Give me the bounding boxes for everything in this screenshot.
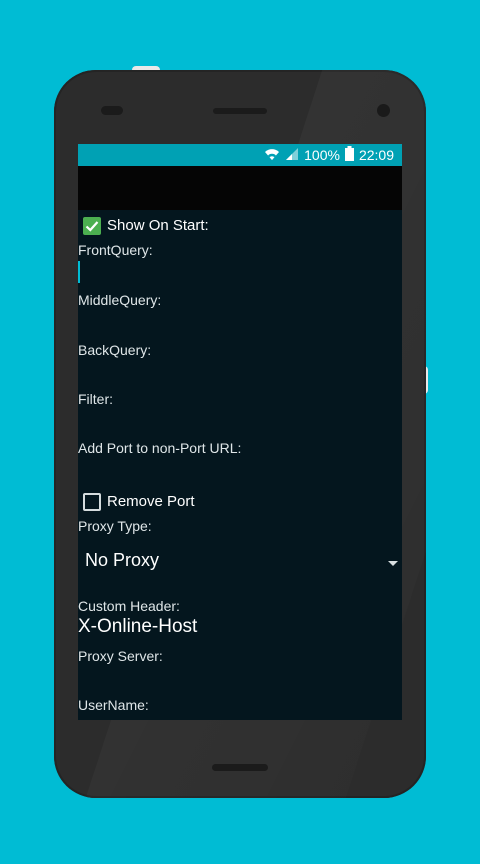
app-bar <box>78 166 402 210</box>
custom-header-input[interactable]: X-Online-Host <box>78 616 402 642</box>
bottom-speaker <box>212 764 268 771</box>
proxy-type-selected: No Proxy <box>85 550 160 570</box>
username-label: UserName: <box>78 697 149 713</box>
screen: 100% 22:09 Show On Start: FrontQuery: Mi… <box>78 144 402 720</box>
text-cursor <box>78 261 80 283</box>
add-port-label: Add Port to non-Port URL: <box>78 440 242 456</box>
proxy-type-label: Proxy Type: <box>78 518 152 534</box>
add-port-input[interactable] <box>78 458 402 482</box>
wifi-icon <box>264 147 280 164</box>
filter-label: Filter: <box>78 391 113 407</box>
proxy-server-input[interactable] <box>78 666 402 690</box>
signal-icon <box>285 147 299 164</box>
proxy-settings-form: Show On Start: FrontQuery: MiddleQuery: … <box>78 210 402 720</box>
front-camera <box>377 104 390 117</box>
show-on-start-row[interactable]: Show On Start: <box>78 216 402 236</box>
status-bar: 100% 22:09 <box>78 144 402 166</box>
show-on-start-checkbox[interactable] <box>83 217 101 235</box>
remove-port-row[interactable]: Remove Port <box>78 492 402 512</box>
middle-query-input[interactable] <box>78 310 402 334</box>
proxy-server-label: Proxy Server: <box>78 648 163 664</box>
clock: 22:09 <box>358 147 394 163</box>
filter-input[interactable] <box>78 409 402 433</box>
show-on-start-label: Show On Start: <box>107 217 209 234</box>
battery-percent: 100% <box>304 147 340 163</box>
custom-header-label: Custom Header: <box>78 598 180 614</box>
battery-icon <box>344 146 354 164</box>
back-query-label: BackQuery: <box>78 342 152 358</box>
remove-port-checkbox[interactable] <box>83 493 101 511</box>
custom-header-value: X-Online-Host <box>78 616 198 637</box>
remove-port-label: Remove Port <box>107 493 195 510</box>
sensor <box>101 106 123 115</box>
dropdown-arrow-icon <box>388 561 398 566</box>
earpiece-speaker <box>213 108 267 114</box>
middle-query-label: MiddleQuery: <box>78 292 162 308</box>
back-query-input[interactable] <box>78 360 402 384</box>
front-query-input[interactable] <box>78 260 402 284</box>
check-icon <box>85 221 99 232</box>
front-query-label: FrontQuery: <box>78 242 153 258</box>
proxy-type-spinner[interactable]: No Proxy <box>78 544 402 580</box>
